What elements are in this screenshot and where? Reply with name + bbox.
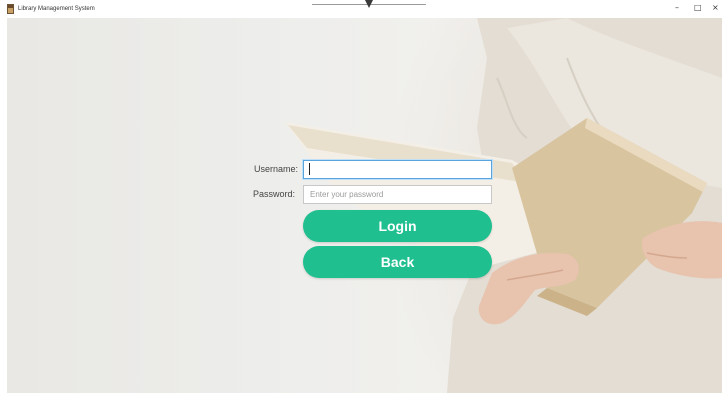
maximize-icon[interactable]: □ bbox=[694, 3, 702, 13]
username-label: Username: bbox=[253, 164, 298, 174]
username-input[interactable] bbox=[303, 160, 492, 179]
login-button[interactable]: Login bbox=[303, 210, 492, 242]
password-input[interactable] bbox=[303, 185, 492, 204]
window-title: Library Management System bbox=[18, 6, 95, 12]
text-caret bbox=[309, 163, 310, 175]
back-button[interactable]: Back bbox=[303, 246, 492, 278]
background-image bbox=[7, 18, 722, 393]
book-icon bbox=[7, 4, 14, 14]
minimize-icon[interactable]: – bbox=[675, 3, 679, 13]
close-icon[interactable]: × bbox=[712, 3, 719, 13]
drag-arrow-icon[interactable] bbox=[365, 0, 373, 8]
title-bar: Library Management System bbox=[0, 0, 722, 18]
person-reading-illustration bbox=[285, 18, 722, 393]
password-label: Password: bbox=[252, 189, 295, 199]
